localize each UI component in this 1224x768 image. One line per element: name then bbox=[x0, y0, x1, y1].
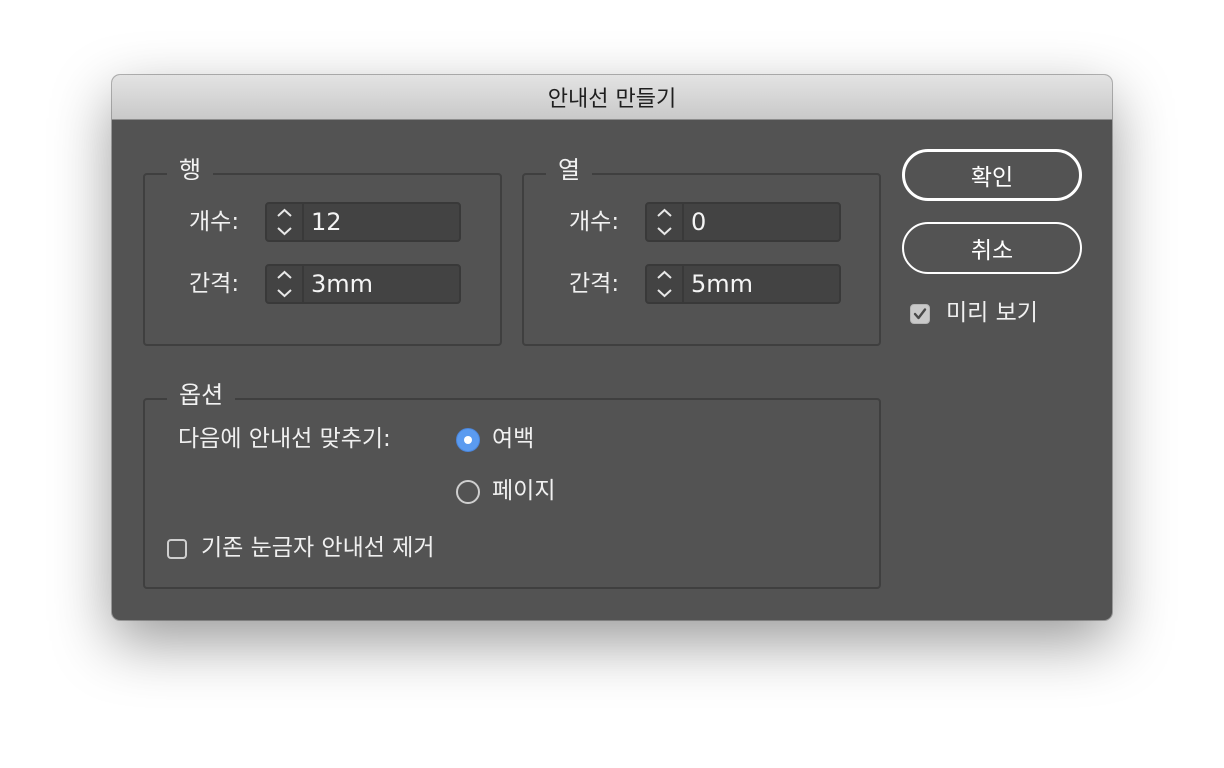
columns-gutter-stepper[interactable] bbox=[647, 266, 684, 302]
radio-page[interactable] bbox=[456, 480, 480, 504]
fit-guides-label: 다음에 안내선 맞추기: bbox=[178, 426, 391, 452]
up-down-chevron-icon bbox=[277, 208, 292, 236]
dialog-title-bar[interactable]: 안내선 만들기 bbox=[112, 75, 1112, 120]
columns-count-value[interactable]: 0 bbox=[691, 204, 706, 240]
radio-dot bbox=[464, 436, 472, 444]
cancel-button[interactable]: 취소 bbox=[902, 222, 1082, 274]
up-down-chevron-icon bbox=[657, 208, 672, 236]
up-down-chevron-icon bbox=[277, 270, 292, 298]
columns-group: 열 개수: 0 간격: 5mm bbox=[522, 153, 881, 346]
rows-gutter-stepper[interactable] bbox=[267, 266, 304, 302]
radio-page-label[interactable]: 페이지 bbox=[492, 471, 555, 511]
preview-label[interactable]: 미리 보기 bbox=[946, 293, 1038, 333]
columns-gutter-field[interactable]: 5mm bbox=[645, 264, 841, 304]
remove-existing-guides-checkbox[interactable] bbox=[167, 539, 187, 559]
remove-existing-guides-label[interactable]: 기존 눈금자 안내선 제거 bbox=[201, 528, 435, 568]
create-guides-dialog: 안내선 만들기 행 개수: 12 간격: 3mm 열 개수: 0 간격: 5mm… bbox=[112, 75, 1112, 620]
rows-gutter-value[interactable]: 3mm bbox=[311, 266, 373, 302]
radio-margins[interactable] bbox=[456, 428, 480, 452]
rows-count-label: 개수: bbox=[189, 209, 240, 235]
columns-legend: 열 bbox=[546, 153, 593, 187]
up-down-chevron-icon bbox=[657, 270, 672, 298]
columns-count-stepper[interactable] bbox=[647, 204, 684, 240]
columns-gutter-label: 간격: bbox=[569, 271, 620, 297]
columns-count-field[interactable]: 0 bbox=[645, 202, 841, 242]
columns-gutter-value[interactable]: 5mm bbox=[691, 266, 753, 302]
options-legend: 옵션 bbox=[167, 378, 236, 412]
ok-button[interactable]: 확인 bbox=[902, 149, 1082, 201]
radio-margins-label[interactable]: 여백 bbox=[492, 419, 534, 459]
options-group: 옵션 다음에 안내선 맞추기: 여백 페이지 기존 눈금자 안내선 제거 bbox=[143, 378, 881, 589]
columns-count-label: 개수: bbox=[569, 209, 620, 235]
checkmark-icon bbox=[913, 308, 927, 320]
cancel-button-label: 취소 bbox=[970, 238, 1014, 264]
rows-gutter-label: 간격: bbox=[189, 271, 240, 297]
ok-button-label: 확인 bbox=[970, 165, 1014, 191]
rows-legend: 행 bbox=[167, 153, 214, 187]
rows-count-value[interactable]: 12 bbox=[311, 204, 342, 240]
rows-gutter-field[interactable]: 3mm bbox=[265, 264, 461, 304]
preview-checkbox[interactable] bbox=[910, 304, 930, 324]
rows-count-field[interactable]: 12 bbox=[265, 202, 461, 242]
rows-group: 행 개수: 12 간격: 3mm bbox=[143, 153, 502, 346]
dialog-title: 안내선 만들기 bbox=[547, 87, 677, 112]
rows-count-stepper[interactable] bbox=[267, 204, 304, 240]
